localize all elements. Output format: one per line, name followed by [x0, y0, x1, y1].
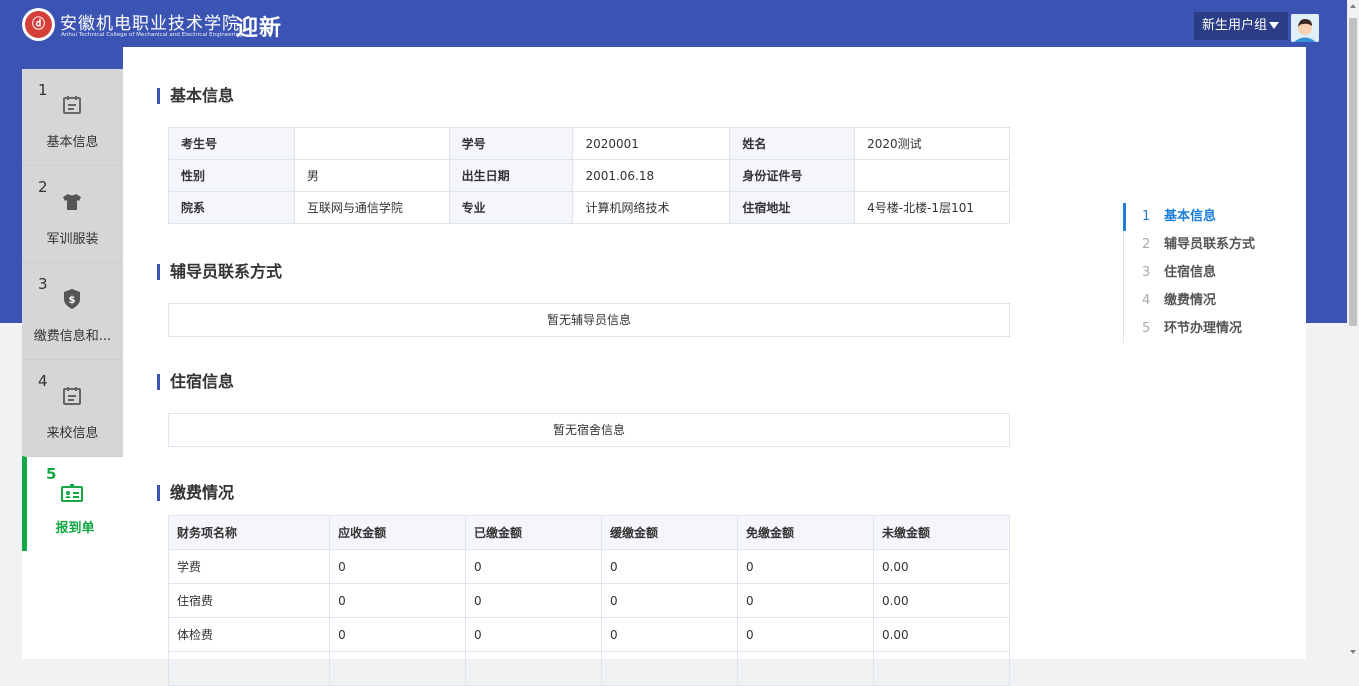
user-group-label: 新生用户组 — [1202, 18, 1268, 33]
table-header-row: 财务项名称 应收金额 已缴金额 缓缴金额 免缴金额 未缴金额 — [167, 515, 1011, 550]
scroll-up-arrow-icon[interactable] — [1350, 4, 1356, 8]
fee-table: 财务项名称 应收金额 已缴金额 缓缴金额 免缴金额 未缴金额 学费 0 00 0 0.00… — [167, 515, 1011, 686]
user-avatar[interactable] — [1291, 14, 1319, 42]
table-row — [167, 651, 1011, 686]
toc-item-process-status[interactable]: 5 环节办理情况 — [1124, 315, 1255, 343]
school-name-en: Anhui Technical College of Mechanical an… — [61, 32, 243, 38]
table-row: 考生号 学号 2020001 姓名 2020测试 — [168, 127, 1010, 160]
section-title-dorm: 住宿信息 — [157, 374, 234, 390]
app-title: 迎新 — [236, 16, 283, 41]
toc-item-dorm[interactable]: 3 住宿信息 — [1124, 259, 1255, 287]
basic-info-table: 考生号 学号 2020001 姓名 2020测试 性别男 出生日期 2001.06.1… — [168, 127, 1010, 224]
school-name: 安徽机电职业技术学院 — [60, 14, 240, 34]
step-payment-info[interactable]: 3 $ 缴费信息和... — [22, 262, 123, 359]
toc-item-counselor[interactable]: 2 辅导员联系方式 — [1124, 231, 1255, 259]
scroll-down-arrow-icon[interactable] — [1350, 650, 1356, 654]
step-sidebar: 1 基本信息 2 军训服装 3 $ 缴费信息和... 4 来校信息 5 报到单 — [22, 69, 123, 553]
toc-item-fees[interactable]: 4 缴费情况 — [1124, 287, 1255, 315]
step-registration-form[interactable]: 5 报到单 — [22, 456, 123, 553]
section-title-fees: 缴费情况 — [157, 485, 234, 501]
user-group-dropdown[interactable]: 新生用户组 — [1194, 12, 1288, 40]
dorm-empty-message: 暂无宿舍信息 — [168, 413, 1010, 447]
school-logo: ⓓ — [22, 8, 55, 41]
section-nav: 1 基本信息 2 辅导员联系方式 3 住宿信息 4 缴费情况 5 环节办理情况 — [1122, 203, 1255, 343]
section-title-counselor: 辅导员联系方式 — [157, 264, 282, 280]
step-military-uniform[interactable]: 2 军训服装 — [22, 165, 123, 262]
table-row: 院系 互联网与通信学院 专业 计算机网络技术 住宿地址 4号楼-北楼-1层101 — [168, 191, 1010, 224]
table-row: 性别男 出生日期 2001.06.18 身份证件号 — [168, 159, 1010, 192]
step-arrival-info[interactable]: 4 来校信息 — [22, 359, 123, 456]
shield-dollar-icon: $ — [64, 289, 80, 309]
step-basic-info[interactable]: 1 基本信息 — [22, 69, 123, 165]
sidebar-filler — [22, 551, 123, 659]
page-scrollbar[interactable] — [1347, 0, 1359, 659]
table-row: 住宿费 0 00 0 0.00 — [167, 583, 1011, 618]
id-card-icon — [61, 484, 83, 502]
section-title-basic-info: 基本信息 — [157, 88, 234, 104]
scrollbar-thumb[interactable] — [1349, 18, 1357, 326]
caret-down-icon — [1269, 22, 1279, 29]
toc-item-basic-info[interactable]: 1 基本信息 — [1122, 203, 1255, 231]
tshirt-icon — [63, 194, 81, 210]
counselor-empty-message: 暂无辅导员信息 — [168, 303, 1010, 337]
top-bar: ⓓ 安徽机电职业技术学院 Anhui Technical College of … — [0, 0, 1347, 47]
svg-text:$: $ — [69, 295, 76, 306]
table-row: 学费 0 00 0 0.00 — [167, 549, 1011, 584]
calendar-icon — [63, 387, 81, 405]
calendar-icon — [63, 96, 81, 114]
table-row: 体检费 0 00 0 0.00 — [167, 617, 1011, 652]
